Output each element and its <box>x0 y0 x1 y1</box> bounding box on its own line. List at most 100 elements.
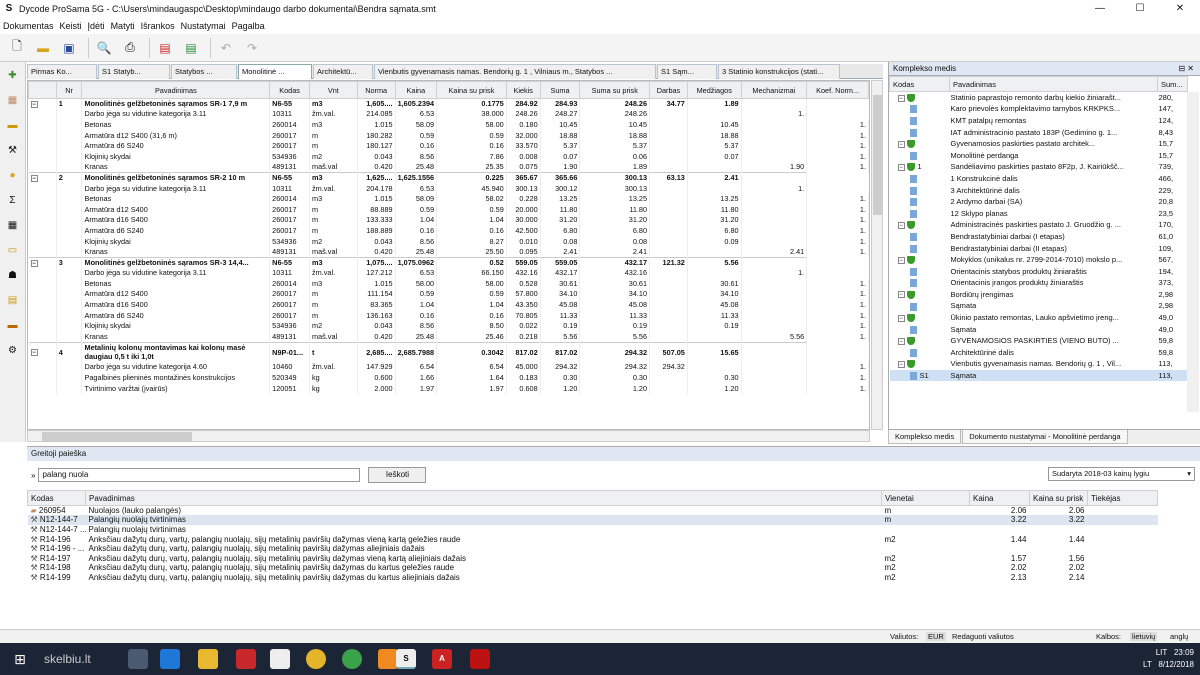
tree-row[interactable]: Bendrastatybiniai darbai (I etapas) 61,0 <box>890 231 1188 243</box>
table-row[interactable]: Betonas 260014 m3 1.015 58.09 58.00 0.180 10.45… <box>28 119 869 131</box>
panel-tab[interactable]: Komplekso medis <box>888 430 962 444</box>
table-row[interactable]: Darbo jėga su vidutine kategorija 3.11 10… <box>28 109 869 120</box>
menu-item-2[interactable]: Įdėti <box>85 21 108 31</box>
column-header[interactable]: Medžiagos <box>686 81 742 99</box>
print-icon[interactable]: ⎙ <box>119 37 141 59</box>
tree-row[interactable]: Architektūrinė dalis 59,8 <box>890 347 1188 359</box>
tree-row[interactable]: KMT patalpų remontas 124, <box>890 115 1188 127</box>
table-row[interactable]: Kranas 489131 maš.val 0.420 25.48 25.35 0.075 1… <box>28 162 869 173</box>
table-row[interactable]: Armatūra d12 S400 260017 m 88.889 0.59 0.59 20… <box>28 204 869 216</box>
column-header[interactable]: Mechanizmai <box>740 81 808 99</box>
table-row[interactable]: Darbo jėga su vidutine kategorija 3.11 10… <box>28 268 869 279</box>
tab[interactable]: Architektū... <box>313 64 373 79</box>
tab[interactable]: 3 Statinio konstrukcijos (stati... <box>718 64 840 79</box>
table-row[interactable]: Darbo jėga su vidutine kategorija 3.11 10… <box>28 183 869 194</box>
column-header[interactable]: Kaina <box>394 81 438 99</box>
price-level-select[interactable]: Sudaryta 2018-03 kainų lygiu ▾ <box>1048 467 1195 481</box>
table-row[interactable]: Armatūra d16 S400 260017 m 133.333 1.04 1.04 3… <box>28 215 869 226</box>
table-row[interactable]: Armatūra d12 S400 260017 m 111.154 0.59 0.59 5… <box>28 289 869 300</box>
collapse-icon[interactable]: − <box>897 140 905 148</box>
result-row[interactable]: ⚒ N12-144-7 ... Palangių nuolajų tvirtini… <box>28 525 1158 535</box>
tree-row[interactable]: Orientacinis statybos produktų žiniarašt… <box>890 265 1188 277</box>
file-explorer-icon[interactable] <box>198 649 218 669</box>
material-icon[interactable]: ▦ <box>4 91 22 109</box>
tree-row[interactable]: Orientacinis įrangos produktų žiniarašti… <box>890 277 1188 289</box>
grid-vertical-scrollbar[interactable] <box>871 80 883 430</box>
chevron-icon[interactable]: » <box>31 471 35 480</box>
tree-row[interactable]: − Mokyklos (unikalus nr. 2799-2014-7010) … <box>890 254 1188 266</box>
collapse-icon[interactable]: − <box>897 256 905 264</box>
tree-row[interactable]: Karo prievolės komplektavimo tarnybos KR… <box>890 103 1188 115</box>
column-header[interactable]: Kaina su prisk <box>1029 490 1088 506</box>
tree-row[interactable]: − Ūkinio pastato remontas, Lauko apšvieti… <box>890 312 1188 324</box>
tree-row[interactable]: 3 Architektūrinė dalis 229, <box>890 184 1188 196</box>
tree-row[interactable]: Sąmata 49,0 <box>890 323 1188 335</box>
windows-start-icon[interactable]: ⊞ <box>10 649 30 669</box>
table-row[interactable]: − 2 Monolitinės gelžbetoninės sąramos SR-2… <box>28 172 869 184</box>
clock-date[interactable]: 8/12/2018 <box>1158 660 1194 669</box>
open-folder-icon[interactable]: ▬ <box>32 37 54 59</box>
table-row[interactable]: − 4 Metalinių kolonų montavimas kai kolonų… <box>28 341 869 363</box>
column-header[interactable]: Suma <box>539 81 581 99</box>
machine-icon[interactable]: ▬ <box>4 116 22 134</box>
collapse-icon[interactable]: − <box>30 259 38 267</box>
collapse-icon[interactable]: − <box>897 360 905 368</box>
tab[interactable]: Statybos ... <box>171 64 237 79</box>
tools-icon[interactable]: ⚒ <box>4 141 22 159</box>
new-document-icon[interactable]: 🗋 <box>6 37 28 59</box>
table-row[interactable]: − 3 Monolitinės gelžbetoninės sąramos SR-3… <box>28 256 869 268</box>
expand-toggle[interactable]: − <box>28 98 57 110</box>
column-header[interactable]: Sum... <box>1157 76 1188 92</box>
expand-toggle[interactable]: − <box>28 341 57 363</box>
minimize-button[interactable]: — <box>1080 0 1120 18</box>
tree-row[interactable]: IAT administracinio pastato 183P (Gedimi… <box>890 126 1188 138</box>
table-row[interactable]: Armatūra d12 S400 (31,6 m) 260017 m 180.282… <box>28 130 869 141</box>
search-button[interactable]: Ieškoti <box>368 467 427 483</box>
tree-scrollbar[interactable] <box>1187 92 1199 412</box>
redo-icon[interactable]: ↷ <box>241 37 263 59</box>
column-header[interactable]: Kodas <box>269 81 310 99</box>
column-header[interactable]: Vnt <box>309 81 358 99</box>
column-header[interactable]: Pavadinimas <box>85 490 882 506</box>
menu-item-4[interactable]: Išrankos <box>138 21 178 31</box>
table-row[interactable]: Kranas 489131 maš.val 0.420 25.48 25.50 0.095 2… <box>28 246 869 258</box>
column-header[interactable]: Kiekis <box>505 81 541 99</box>
tree-row[interactable]: Monolitinė perdanga 15,7 <box>890 149 1188 161</box>
settings-icon[interactable]: ⚙ <box>4 341 22 359</box>
table-row[interactable]: Kranas 489131 maš.val 0.420 25.48 25.46 0.218 5… <box>28 331 869 343</box>
column-header[interactable]: Nr <box>55 81 83 99</box>
table-row[interactable]: Armatūra d16 S400 260017 m 83.365 1.04 1.04 43… <box>28 299 869 311</box>
undo-icon[interactable]: ↶ <box>215 37 237 59</box>
scroll-thumb[interactable] <box>873 95 882 215</box>
worker-icon[interactable]: ☗ <box>4 266 22 284</box>
column-header[interactable]: Tiekėjas <box>1087 490 1158 506</box>
column-header[interactable]: Kaina su prisk <box>436 81 507 99</box>
collapse-icon[interactable]: − <box>897 221 905 229</box>
result-row[interactable]: ▰ 260954 Nuolajos (lauko palangės) m 2.06 2.… <box>28 506 1158 516</box>
maximize-button[interactable]: ☐ <box>1120 0 1160 18</box>
collapse-icon[interactable]: − <box>30 174 38 182</box>
expand-toggle[interactable]: − <box>28 256 57 268</box>
tree-row[interactable]: − Vienbutis gyvenamasis namas. Bendorių g… <box>890 358 1188 370</box>
column-header[interactable]: Darbas <box>649 81 688 99</box>
menu-item-5[interactable]: Nustatymai <box>178 21 229 31</box>
search-input[interactable]: palang nuola <box>38 468 361 482</box>
column-header[interactable]: Pavadinimas <box>949 76 1158 92</box>
table-row[interactable]: Klojinių skydai 534936 m2 0.043 8.56 8.27 0.01… <box>28 236 869 247</box>
expand-toggle[interactable]: − <box>28 172 57 184</box>
tree-row[interactable]: −1 Sandėliavimo paskirties pastato 8F2p, … <box>890 161 1188 173</box>
table-row[interactable]: Klojinių skydai 534936 m2 0.043 8.56 8.50 0.02… <box>28 320 869 332</box>
estimate-grid[interactable]: Nr Pavadinimas Kodas Vnt Norma Kaina Kaina su … <box>27 80 870 430</box>
language-value[interactable]: lietuvių <box>1130 632 1158 641</box>
green-app-icon[interactable] <box>342 649 362 669</box>
autocad-icon[interactable]: A <box>432 649 452 669</box>
table-row[interactable]: Tvirtinimo varžtai (įvairūs) 120051 kg 2.00… <box>28 383 869 394</box>
tab[interactable]: Monolitinė ... <box>238 64 312 79</box>
result-row[interactable]: ⚒ R14-196 Anksčiau dažytų durų, vartų, pa… <box>28 534 1158 544</box>
language-alt[interactable]: anglų <box>1170 632 1188 641</box>
chrome-icon[interactable] <box>306 649 326 669</box>
calculator-icon[interactable]: ▦ <box>4 216 22 234</box>
result-row[interactable]: ⚒ R14-198 Anksčiau dažytų durų, vartų, pa… <box>28 563 1158 573</box>
tree-row[interactable]: − Statinio paprastojo remonto darbų kieki… <box>890 92 1188 104</box>
tree-row[interactable]: S1 Sąmata 113, <box>889 369 1188 382</box>
